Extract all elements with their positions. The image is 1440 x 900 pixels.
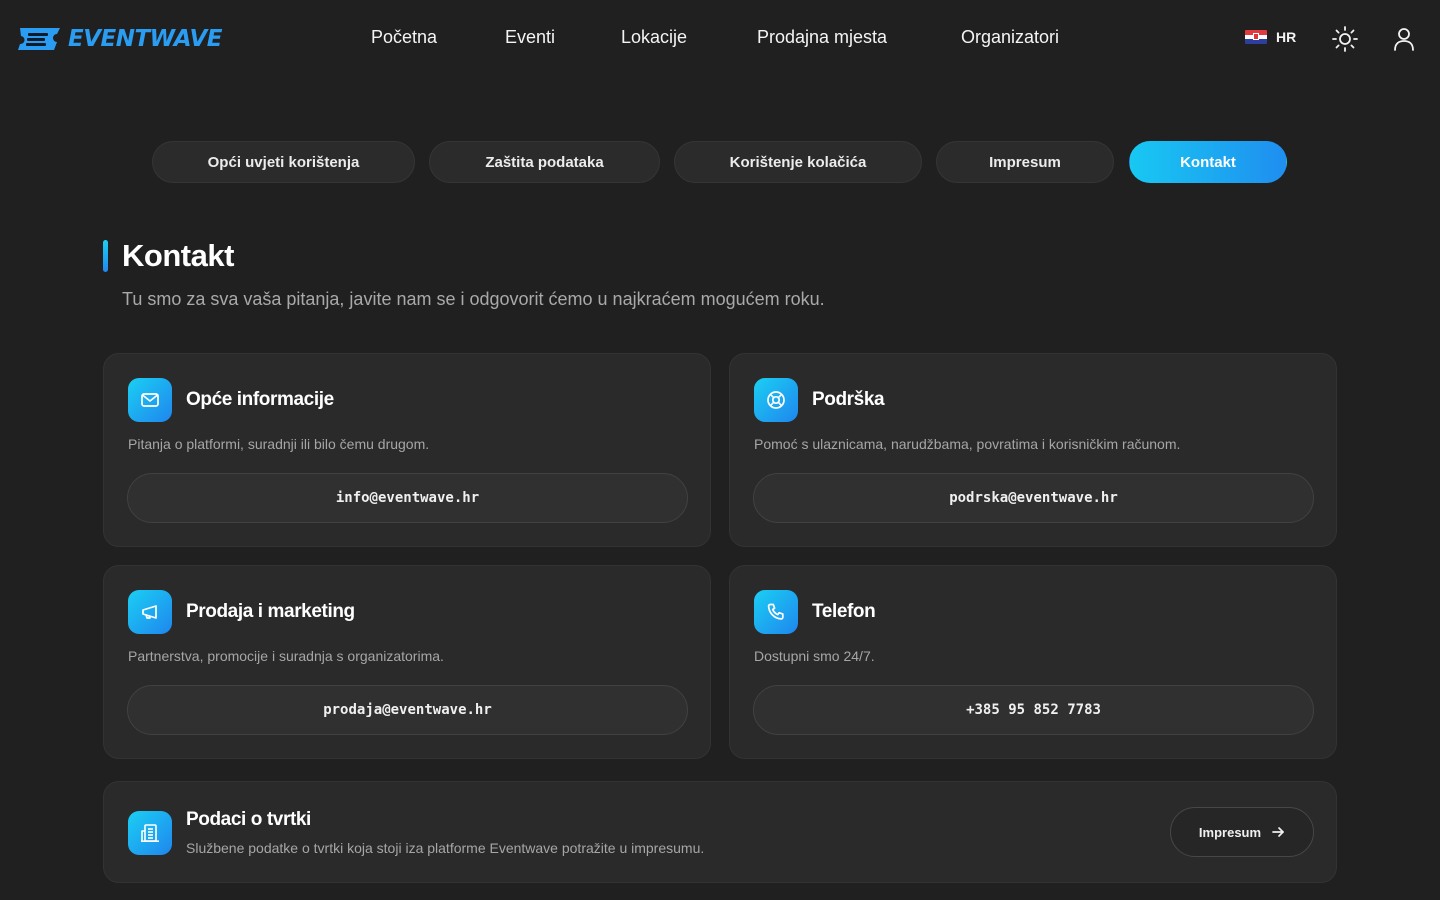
nav-item-eventi[interactable]: Eventi bbox=[505, 27, 555, 48]
company-title: Podaci o tvrtki bbox=[186, 809, 311, 830]
phone-icon bbox=[754, 590, 798, 634]
croatia-flag-icon bbox=[1245, 30, 1267, 44]
arrow-right-icon bbox=[1272, 827, 1284, 837]
email-link-sales[interactable]: prodaja@eventwave.hr bbox=[127, 685, 688, 735]
card-description: Pomoć s ulaznicama, narudžbama, povratim… bbox=[754, 436, 1181, 452]
card-title: Opće informacije bbox=[186, 389, 334, 410]
card-title: Prodaja i marketing bbox=[186, 601, 355, 622]
legal-tabs: Opći uvjeti korištenja Zaštita podataka … bbox=[0, 141, 1440, 183]
main-nav: Početna Eventi Lokacije Prodajna mjesta … bbox=[0, 27, 1440, 51]
title-accent-bar bbox=[103, 240, 108, 272]
nav-item-lokacije[interactable]: Lokacije bbox=[621, 27, 687, 48]
contact-card-general: Opće informacije Pitanja o platformi, su… bbox=[103, 353, 711, 547]
tab-kolacici[interactable]: Korištenje kolačića bbox=[674, 141, 922, 183]
company-description: Službene podatke o tvrtki koja stoji iza… bbox=[186, 840, 705, 856]
megaphone-icon bbox=[128, 590, 172, 634]
sun-icon[interactable] bbox=[1331, 25, 1359, 53]
mail-icon bbox=[128, 378, 172, 422]
tab-kontakt[interactable]: Kontakt bbox=[1129, 141, 1287, 183]
card-description: Pitanja o platformi, suradnji ili bilo č… bbox=[128, 436, 430, 452]
tab-opci-uvjeti[interactable]: Opći uvjeti korištenja bbox=[152, 141, 415, 183]
language-code: HR bbox=[1276, 29, 1297, 45]
email-link-support[interactable]: podrska@eventwave.hr bbox=[753, 473, 1314, 523]
card-description: Dostupni smo 24/7. bbox=[754, 648, 875, 664]
site-header: EVENTWAVE Početna Eventi Lokacije Prodaj… bbox=[0, 0, 1440, 78]
contact-card-phone: Telefon Dostupni smo 24/7. +385 95 852 7… bbox=[729, 565, 1337, 759]
contact-card-support: Podrška Pomoć s ulaznicama, narudžbama, … bbox=[729, 353, 1337, 547]
building-icon bbox=[128, 811, 172, 855]
nav-item-pocetna[interactable]: Početna bbox=[371, 27, 437, 48]
tab-zastita-podataka[interactable]: Zaštita podataka bbox=[429, 141, 660, 183]
impresum-button-label: Impresum bbox=[1198, 824, 1262, 840]
nav-item-organizatori[interactable]: Organizatori bbox=[961, 27, 1059, 48]
language-switcher[interactable]: HR bbox=[1245, 29, 1296, 45]
impresum-button[interactable]: Impresum bbox=[1170, 807, 1314, 857]
company-info-card: Podaci o tvrtki Službene podatke o tvrtk… bbox=[103, 781, 1337, 883]
phone-link[interactable]: +385 95 852 7783 bbox=[753, 685, 1314, 735]
contact-card-sales: Prodaja i marketing Partnerstva, promoci… bbox=[103, 565, 711, 759]
user-icon[interactable] bbox=[1390, 25, 1418, 53]
lifebuoy-icon bbox=[754, 378, 798, 422]
email-link-info[interactable]: info@eventwave.hr bbox=[127, 473, 688, 523]
nav-item-prodajna-mjesta[interactable]: Prodajna mjesta bbox=[757, 27, 887, 48]
card-title: Podrška bbox=[812, 389, 885, 410]
page-subtitle: Tu smo za sva vaša pitanja, javite nam s… bbox=[122, 289, 825, 309]
card-title: Telefon bbox=[812, 601, 876, 622]
page-title: Kontakt bbox=[122, 238, 234, 273]
card-description: Partnerstva, promocije i suradnja s orga… bbox=[128, 648, 444, 664]
tab-impresum[interactable]: Impresum bbox=[936, 141, 1114, 183]
